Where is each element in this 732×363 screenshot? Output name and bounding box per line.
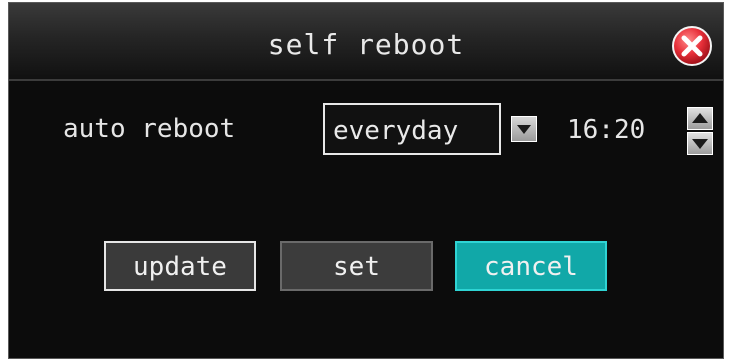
update-button[interactable]: update (104, 241, 256, 291)
title-bar: self reboot (9, 3, 723, 81)
reboot-frequency-select[interactable]: everyday (323, 103, 501, 155)
dialog-title: self reboot (267, 28, 465, 61)
arrow-up-icon (692, 113, 708, 123)
close-button[interactable] (671, 25, 713, 67)
time-increment-button[interactable] (687, 107, 713, 130)
set-button[interactable]: set (280, 241, 433, 291)
frequency-dropdown-button[interactable] (511, 116, 537, 142)
chevron-down-icon (517, 125, 531, 134)
cancel-button[interactable]: cancel (455, 241, 607, 291)
time-decrement-button[interactable] (687, 132, 713, 155)
close-icon (672, 26, 712, 66)
auto-reboot-label: auto reboot (63, 114, 236, 144)
arrow-down-icon (692, 139, 708, 149)
reboot-time-value[interactable]: 16:20 (567, 115, 645, 145)
self-reboot-dialog: self reboot auto reboot everyday 16:20 u… (8, 2, 724, 359)
time-spinner (687, 107, 713, 155)
